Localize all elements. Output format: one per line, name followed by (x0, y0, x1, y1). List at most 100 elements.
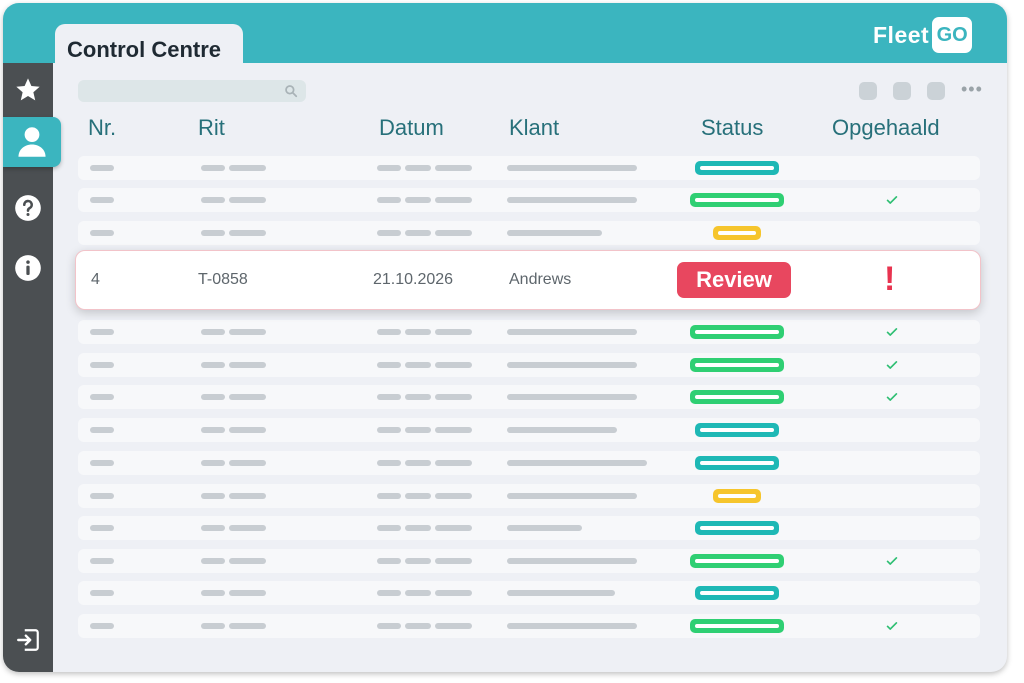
sidebar-item-logout[interactable] (3, 615, 53, 665)
search-input[interactable] (78, 80, 306, 102)
check-icon (886, 328, 898, 336)
help-icon (15, 195, 41, 221)
table-row[interactable] (78, 484, 980, 508)
cell-rit-placeholder (229, 362, 266, 368)
cell-datum-placeholder (435, 197, 472, 203)
check-icon (886, 622, 898, 630)
cell-nr-placeholder (90, 362, 114, 368)
cell-rit-placeholder (201, 230, 225, 236)
status-pill-green[interactable] (690, 619, 784, 633)
column-header-status[interactable]: Status (701, 115, 763, 141)
cell-datum-placeholder (377, 623, 401, 629)
cell-rit-placeholder (229, 197, 266, 203)
app-window: Fleet GO Control Centre ••• Nr. Rit Datu… (3, 3, 1007, 672)
cell-nr-placeholder (90, 525, 114, 531)
status-pill-green[interactable] (690, 390, 784, 404)
cell-klant-placeholder (507, 230, 602, 236)
table-row[interactable] (78, 156, 980, 180)
cell-datum-placeholder (377, 362, 401, 368)
cell-rit-placeholder (229, 525, 266, 531)
table-row[interactable] (78, 188, 980, 212)
cell-rit: T-0858 (198, 271, 248, 288)
cell-nr-placeholder (90, 427, 114, 433)
status-pill-yellow[interactable] (713, 489, 761, 503)
cell-klant-placeholder (507, 525, 582, 531)
table-row[interactable] (78, 549, 980, 573)
cell-datum-placeholder (405, 558, 431, 564)
cell-rit-placeholder (229, 590, 266, 596)
search-icon (285, 85, 298, 98)
more-options-icon[interactable]: ••• (961, 79, 983, 100)
cell-datum-placeholder (405, 590, 431, 596)
status-pill-teal[interactable] (695, 423, 779, 437)
cell-datum-placeholder (435, 590, 472, 596)
cell-rit-placeholder (201, 558, 225, 564)
status-pill-green[interactable] (690, 325, 784, 339)
table-row[interactable] (78, 221, 980, 245)
table-row[interactable] (78, 516, 980, 540)
cell-klant-placeholder (507, 460, 647, 466)
table-row[interactable] (78, 353, 980, 377)
table-row[interactable] (78, 581, 980, 605)
sidebar (3, 63, 61, 672)
sidebar-item-favorites[interactable] (3, 65, 53, 115)
cell-klant-placeholder (507, 590, 615, 596)
cell-datum-placeholder (435, 165, 472, 171)
cell-klant-placeholder (507, 623, 637, 629)
cell-rit-placeholder (201, 329, 225, 335)
cell-datum-placeholder (377, 460, 401, 466)
status-pill-green[interactable] (690, 193, 784, 207)
cell-rit-placeholder (201, 394, 225, 400)
toolbar-button-1[interactable] (859, 82, 877, 100)
status-pill-teal[interactable] (695, 521, 779, 535)
cell-datum-placeholder (435, 460, 472, 466)
cell-datum-placeholder (435, 525, 472, 531)
cell-rit-placeholder (229, 558, 266, 564)
cell-klant: Andrews (509, 271, 572, 288)
table-row[interactable] (78, 418, 980, 442)
cell-datum-placeholder (377, 394, 401, 400)
table-row[interactable] (78, 451, 980, 475)
toolbar-button-3[interactable] (927, 82, 945, 100)
cell-datum-placeholder (435, 493, 472, 499)
status-pill-teal[interactable] (695, 586, 779, 600)
highlighted-table-row[interactable]: 4 T-0858 21.10.2026 Andrews Review ! (75, 250, 981, 310)
column-header-rit[interactable]: Rit (198, 115, 225, 141)
status-pill-teal[interactable] (695, 456, 779, 470)
column-header-nr[interactable]: Nr. (88, 115, 116, 141)
status-pill-green[interactable] (690, 358, 784, 372)
cell-nr-placeholder (90, 165, 114, 171)
cell-klant-placeholder (507, 165, 637, 171)
column-header-opgehaald[interactable]: Opgehaald (832, 115, 940, 141)
cell-nr-placeholder (90, 590, 114, 596)
cell-rit-placeholder (229, 329, 266, 335)
column-header-klant[interactable]: Klant (509, 115, 559, 141)
cell-rit-placeholder (201, 525, 225, 531)
status-badge-review[interactable]: Review (677, 262, 791, 298)
cell-datum-placeholder (435, 623, 472, 629)
table-row[interactable] (78, 320, 980, 344)
cell-klant-placeholder (507, 362, 637, 368)
cell-nr-placeholder (90, 329, 114, 335)
sidebar-item-help[interactable] (3, 183, 53, 233)
status-pill-teal[interactable] (695, 161, 779, 175)
cell-rit-placeholder (201, 165, 225, 171)
column-header-datum[interactable]: Datum (379, 115, 444, 141)
cell-datum-placeholder (405, 427, 431, 433)
cell-datum-placeholder (377, 558, 401, 564)
cell-rit-placeholder (229, 394, 266, 400)
cell-klant-placeholder (507, 427, 617, 433)
cell-datum-placeholder (435, 427, 472, 433)
status-pill-green[interactable] (690, 554, 784, 568)
sidebar-item-info[interactable] (3, 243, 53, 293)
cell-datum-placeholder (405, 197, 431, 203)
cell-nr-placeholder (90, 394, 114, 400)
cell-nr-placeholder (90, 623, 114, 629)
table-row[interactable] (78, 614, 980, 638)
toolbar-button-2[interactable] (893, 82, 911, 100)
cell-datum-placeholder (435, 394, 472, 400)
table-row[interactable] (78, 385, 980, 409)
brand-text: Fleet (873, 21, 930, 48)
cell-datum-placeholder (405, 525, 431, 531)
status-pill-yellow[interactable] (713, 226, 761, 240)
